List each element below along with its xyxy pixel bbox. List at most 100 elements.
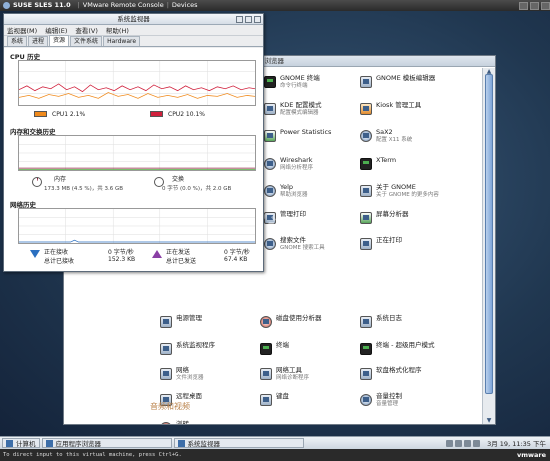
app-icon — [160, 368, 172, 380]
app-item[interactable]: 浏转 — [160, 420, 285, 424]
memory-title: 内存 — [54, 176, 67, 183]
app-description: 帮助浏览器 — [280, 192, 308, 198]
swap-value: 0 字节 (0.0 %)，共 2.0 GB — [162, 186, 232, 192]
app-name: GNOME 模板编辑器 — [376, 74, 436, 82]
app-item[interactable]: 管理打印 — [264, 210, 374, 232]
app-name: 正在打印 — [376, 236, 402, 244]
clock[interactable]: 3月 19, 11:35 下午 — [487, 438, 546, 448]
taskbar-computer[interactable]: 计算机 — [2, 438, 40, 448]
section-audio-video: 音频和视频 — [150, 402, 190, 411]
close-icon[interactable] — [541, 1, 550, 10]
app-icon — [264, 185, 276, 197]
app-name: 网络 — [176, 366, 189, 374]
memory-pie-icon[interactable] — [32, 177, 42, 187]
app-item[interactable]: Kiosk 管理工具 — [360, 101, 470, 123]
cpu2-label: CPU2 10.1% — [168, 111, 205, 118]
minimize-icon[interactable] — [519, 1, 528, 10]
app-item[interactable]: 软盘格式化程序 — [360, 366, 485, 388]
app-item[interactable]: 屏幕分析器 — [360, 210, 470, 232]
app-browser-scrollbar[interactable]: ▲ ▼ — [482, 68, 495, 424]
app-item[interactable]: GNOME 终端 命令行终端 — [264, 74, 374, 96]
network-history-graph — [18, 208, 256, 244]
receiving-title: 正在接收 — [44, 249, 69, 256]
taskbar-app-browser[interactable]: 应用程序浏览器 — [41, 438, 172, 448]
app-icon — [264, 212, 276, 224]
cpu2-color-swatch[interactable] — [150, 111, 163, 117]
menu-edit[interactable]: 编辑(E) — [45, 25, 67, 35]
app-icon — [264, 103, 276, 115]
cpu-history-graph — [18, 60, 256, 106]
network-tray-icon[interactable] — [446, 439, 454, 447]
scroll-down-icon[interactable]: ▼ — [484, 417, 494, 424]
sent-total-label: 总计已发送 — [166, 258, 197, 265]
vmware-logo: vmware — [516, 451, 546, 459]
app-name: 搜索文件 — [280, 236, 306, 244]
tab-hardware[interactable]: Hardware — [103, 36, 141, 46]
power-tray-icon[interactable] — [473, 439, 481, 447]
send-arrow-icon — [152, 250, 162, 258]
app-description: 配置 X11 系统 — [376, 137, 413, 143]
app-item[interactable]: 关于 GNOME 关于 GNOME 的更多内容 — [360, 183, 470, 205]
tab-processes[interactable]: 进程 — [28, 36, 49, 46]
taskbar-system-monitor[interactable]: 系统监视器 — [173, 438, 304, 448]
app-icon — [160, 316, 172, 328]
app-name: Power Statistics — [280, 128, 332, 136]
tab-system[interactable]: 系统 — [7, 36, 28, 46]
app-icon — [264, 76, 276, 88]
app-name: Yelp — [280, 183, 294, 191]
app-description: 关于 GNOME 的更多内容 — [376, 192, 439, 198]
cpu1-label: CPU1 2.1% — [52, 111, 86, 118]
app-icon — [360, 394, 372, 406]
app-icon — [264, 238, 276, 250]
cpu1-color-swatch[interactable] — [34, 111, 47, 117]
tab-filesystems[interactable]: 文件系统 — [70, 36, 103, 46]
devices-menu[interactable]: Devices — [172, 0, 198, 11]
receive-arrow-icon — [30, 250, 40, 258]
menu-help[interactable]: 帮助(H) — [106, 25, 129, 35]
app-name: 电源管理 — [176, 314, 202, 322]
app-item[interactable]: XTerm — [360, 156, 470, 178]
app-item[interactable]: 搜索文件 GNOME 搜索工具 — [264, 236, 374, 258]
app-item[interactable]: Power Statistics — [264, 128, 374, 150]
minimize-icon[interactable] — [236, 16, 243, 23]
close-icon[interactable] — [254, 16, 261, 23]
app-icon — [360, 158, 372, 170]
app-item[interactable]: 终端 - 超级用户模式 — [360, 341, 485, 363]
app-item[interactable]: 正在打印 — [360, 236, 470, 258]
vmware-console-menu[interactable]: VMware Remote Console — [83, 0, 164, 11]
app-name: KDE 配置模式 — [280, 101, 322, 109]
app-icon — [360, 76, 372, 88]
app-description: GNOME 搜索工具 — [280, 245, 325, 251]
scroll-thumb[interactable] — [485, 74, 493, 394]
tab-resources[interactable]: 资源 — [49, 35, 70, 46]
system-monitor-window: 系统监视器 监视器(M) 编辑(E) 查看(V) 帮助(H) 系统 进程 资源 … — [3, 13, 264, 272]
app-name: 关于 GNOME — [376, 183, 416, 191]
app-description: 配置模式编辑器 — [280, 110, 319, 116]
app-item[interactable]: KDE 配置模式 配置模式编辑器 — [264, 101, 374, 123]
menu-bar: 监视器(M) 编辑(E) 查看(V) 帮助(H) — [4, 25, 263, 36]
app-name: 键盘 — [276, 392, 289, 400]
menu-view[interactable]: 查看(V) — [75, 25, 98, 35]
app-item[interactable]: 音量控制 音量管理 — [360, 392, 485, 414]
app-item[interactable]: SaX2 配置 X11 系统 — [360, 128, 470, 150]
system-monitor-icon — [177, 439, 185, 447]
menu-monitor[interactable]: 监视器(M) — [7, 25, 37, 35]
app-icon — [260, 343, 272, 355]
app-name: 软盘格式化程序 — [376, 366, 422, 374]
app-item[interactable]: 系统日志 — [360, 314, 485, 336]
volume-tray-icon[interactable] — [455, 439, 463, 447]
maximize-icon[interactable] — [530, 1, 539, 10]
app-item[interactable]: Wireshark 网络分析程序 — [264, 156, 374, 178]
vmware-icon — [3, 2, 10, 9]
app-item[interactable]: Yelp 帮助浏览器 — [264, 183, 374, 205]
status-text: To direct input to this virtual machine,… — [3, 452, 182, 458]
app-name: 磁盘使用分析器 — [276, 314, 322, 322]
app-item[interactable]: GNOME 模板编辑器 — [360, 74, 470, 96]
resources-panel: CPU 历史 CPU1 2.1% CPU2 10.1% 内存和交换历史 内存 1… — [4, 48, 263, 271]
update-tray-icon[interactable] — [464, 439, 472, 447]
maximize-icon[interactable] — [245, 16, 252, 23]
system-monitor-titlebar: 系统监视器 — [4, 14, 263, 25]
swap-title: 交换 — [172, 176, 185, 183]
app-name: 远程桌面 — [176, 392, 202, 400]
app-name: GNOME 终端 — [280, 74, 320, 82]
